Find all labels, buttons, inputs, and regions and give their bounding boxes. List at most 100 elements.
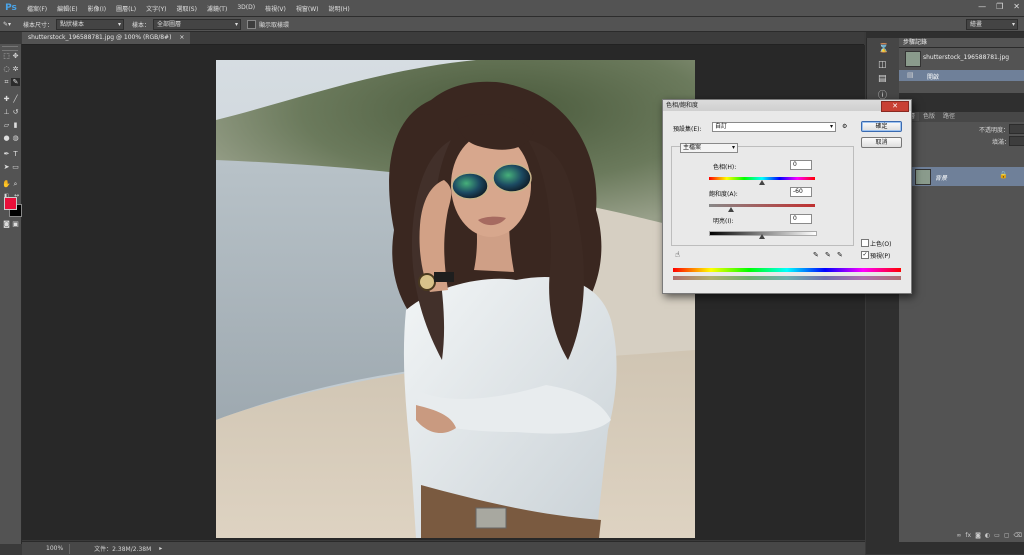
blur-tool-icon[interactable]: ● [2, 134, 11, 142]
menu-item[interactable]: 視窗(W) [291, 4, 324, 13]
chevron-down-icon: ▾ [829, 123, 833, 130]
channels-tab[interactable]: 色版 [919, 112, 939, 121]
hue-input[interactable]: 0 [790, 160, 812, 170]
fill-field[interactable] [1009, 136, 1024, 146]
show-ring-checkbox[interactable] [247, 19, 257, 29]
eyedropper-icon[interactable]: ✎ [813, 251, 819, 259]
status-bar: 100% 文件：2.38M/2.38M ▸ [22, 541, 865, 555]
adjustment-layer-icon[interactable]: ◐ [985, 532, 990, 541]
zoom-level[interactable]: 100% [46, 545, 63, 552]
dialog-title-bar[interactable]: 色相/飽和度 [663, 100, 911, 111]
dialog-title: 色相/飽和度 [666, 102, 699, 109]
preset-select[interactable]: 自訂 ▾ [712, 122, 836, 132]
saturation-slider-thumb[interactable] [728, 207, 734, 212]
options-bar: ✎▾ 樣本尺寸： 點狀樣本 樣本： 全部圖層 顯示取樣環 繪畫 [0, 17, 1024, 32]
marquee-tool-icon[interactable]: ⬚ [2, 52, 11, 60]
ok-button[interactable]: 確定 [861, 121, 902, 132]
maximize-button[interactable]: ❐ [996, 2, 1003, 11]
type-tool-icon[interactable]: T [11, 150, 20, 158]
menu-item[interactable]: 濾鏡(T) [202, 4, 232, 13]
path-select-tool-icon[interactable]: ➤ [2, 163, 11, 171]
history-brush-tool-icon[interactable]: ↺ [11, 108, 20, 116]
eyedropper-tool-icon[interactable]: ✎▾ [3, 21, 17, 28]
cancel-button[interactable]: 取消 [861, 137, 902, 148]
opacity-field[interactable] [1009, 124, 1024, 134]
hand-tool-icon[interactable]: ✋ [2, 180, 11, 188]
foreground-color-swatch[interactable] [4, 197, 17, 210]
hue-label: 色相(H): [713, 164, 737, 171]
gradient-tool-icon[interactable]: ▮ [11, 121, 20, 129]
eyedropper-plus-icon[interactable]: ✎ [825, 251, 831, 259]
eraser-tool-icon[interactable]: ▱ [2, 121, 11, 129]
dialog-close-button[interactable]: ✕ [881, 101, 909, 112]
lasso-tool-icon[interactable]: ◌ [2, 65, 11, 73]
hue-slider-thumb[interactable] [759, 180, 765, 185]
status-menu-arrow[interactable]: ▸ [159, 545, 162, 552]
stamp-tool-icon[interactable]: ⊥ [2, 108, 11, 116]
menu-item[interactable]: 檔案(F) [22, 4, 52, 13]
menu-item[interactable]: 檢視(V) [260, 4, 291, 13]
eyedropper-minus-icon[interactable]: ✎ [837, 251, 843, 259]
healing-tool-icon[interactable]: ✚ [2, 95, 11, 103]
sample-size-select[interactable]: 點狀樣本 [56, 18, 125, 30]
workspace-select[interactable]: 繪畫 [966, 18, 1018, 30]
group-icon[interactable]: ▭ [994, 532, 1000, 541]
menu-item[interactable]: 說明(H) [324, 4, 355, 13]
lightness-slider-thumb[interactable] [759, 234, 765, 239]
toolbox-grip [2, 46, 18, 51]
zoom-tool-icon[interactable]: ⌕ [11, 180, 20, 188]
eyedropper-tool-icon[interactable]: ✎ [11, 78, 20, 86]
lock-icon: 🔒 [999, 171, 1008, 179]
brush-tool-icon[interactable]: ╱ [11, 95, 20, 103]
pen-tool-icon[interactable]: ✒ [2, 150, 11, 158]
menu-item[interactable]: 影像(I) [83, 4, 111, 13]
delete-layer-icon[interactable]: ⌫ [1014, 532, 1022, 541]
fill-label: 填滿： [992, 139, 1011, 146]
sample-size-label: 樣本尺寸： [23, 21, 54, 29]
properties-panel-icon[interactable]: ◫ [878, 60, 887, 70]
hand-adjust-icon[interactable]: ☝ [675, 250, 680, 259]
menu-item[interactable]: 選取(S) [171, 4, 202, 13]
snapshot-name[interactable]: shutterstock_196588781.jpg [923, 54, 1009, 61]
move-tool-icon[interactable]: ✥ [11, 52, 20, 60]
link-layers-icon[interactable]: ∞ [956, 532, 961, 541]
menu-item[interactable]: 編輯(E) [52, 4, 82, 13]
lightness-input[interactable]: 0 [790, 214, 812, 224]
history-panel-icon[interactable]: ⌛ [878, 44, 889, 54]
document-image[interactable] [216, 60, 695, 538]
window-controls: — ❐ ✕ [978, 2, 1020, 11]
menu-item[interactable]: 文字(Y) [141, 4, 171, 13]
close-window-button[interactable]: ✕ [1013, 2, 1020, 11]
history-tab[interactable]: 步驟記錄 [899, 38, 932, 47]
menu-item[interactable]: 3D(D) [232, 4, 260, 13]
channel-select[interactable]: 主檔案 ▾ [680, 143, 738, 153]
document-tab[interactable]: shutterstock_196588781.jpg @ 100% (RGB/8… [22, 32, 191, 44]
layer-style-icon[interactable]: fx [965, 532, 971, 541]
crop-tool-icon[interactable]: ⌗ [2, 78, 11, 86]
document-tab-close[interactable]: × [179, 34, 184, 41]
quick-mask-icon[interactable]: ◙ [2, 220, 11, 228]
add-mask-icon[interactable]: ◙ [975, 532, 981, 541]
minimize-button[interactable]: — [978, 2, 986, 11]
preset-label: 預設集(E): [673, 126, 702, 133]
toolbox: ⬚ ✥ ◌ ✲ ⌗ ✎ ✚ ╱ ⊥ ↺ ▱ ▮ ● ◍ ✒ T ➤ ▭ ✋ ⌕ … [0, 44, 22, 544]
sample-select[interactable]: 全部圖層 [153, 18, 242, 30]
screen-mode-icon[interactable]: ▣ [11, 220, 20, 228]
saturation-slider-track[interactable] [709, 204, 815, 207]
layers-panel: 圖層 色版 路徑 不透明度： 填滿： 背景 🔒 ∞ fx ◙ ◐ ▭ ▢ ⌫ [899, 112, 1024, 542]
adjustments-panel-icon[interactable]: ▤ [878, 74, 887, 84]
colorize-checkbox[interactable] [861, 239, 869, 247]
paths-tab[interactable]: 路徑 [939, 112, 959, 121]
preset-options-icon[interactable]: ⚙ [842, 123, 847, 130]
show-ring-label: 顯示取樣環 [259, 21, 290, 29]
saturation-input[interactable]: -60 [790, 187, 812, 197]
history-step-row[interactable]: ▤ 開啟 [899, 70, 1024, 81]
preview-checkbox[interactable]: ✓ [861, 251, 869, 259]
new-layer-icon[interactable]: ▢ [1004, 532, 1010, 541]
quick-select-tool-icon[interactable]: ✲ [11, 65, 20, 73]
shape-tool-icon[interactable]: ▭ [11, 163, 20, 171]
layer-name[interactable]: 背景 [935, 173, 947, 182]
dodge-tool-icon[interactable]: ◍ [11, 134, 20, 142]
menu-item[interactable]: 圖層(L) [111, 4, 141, 13]
layer-row-background[interactable]: 背景 🔒 [899, 167, 1024, 186]
